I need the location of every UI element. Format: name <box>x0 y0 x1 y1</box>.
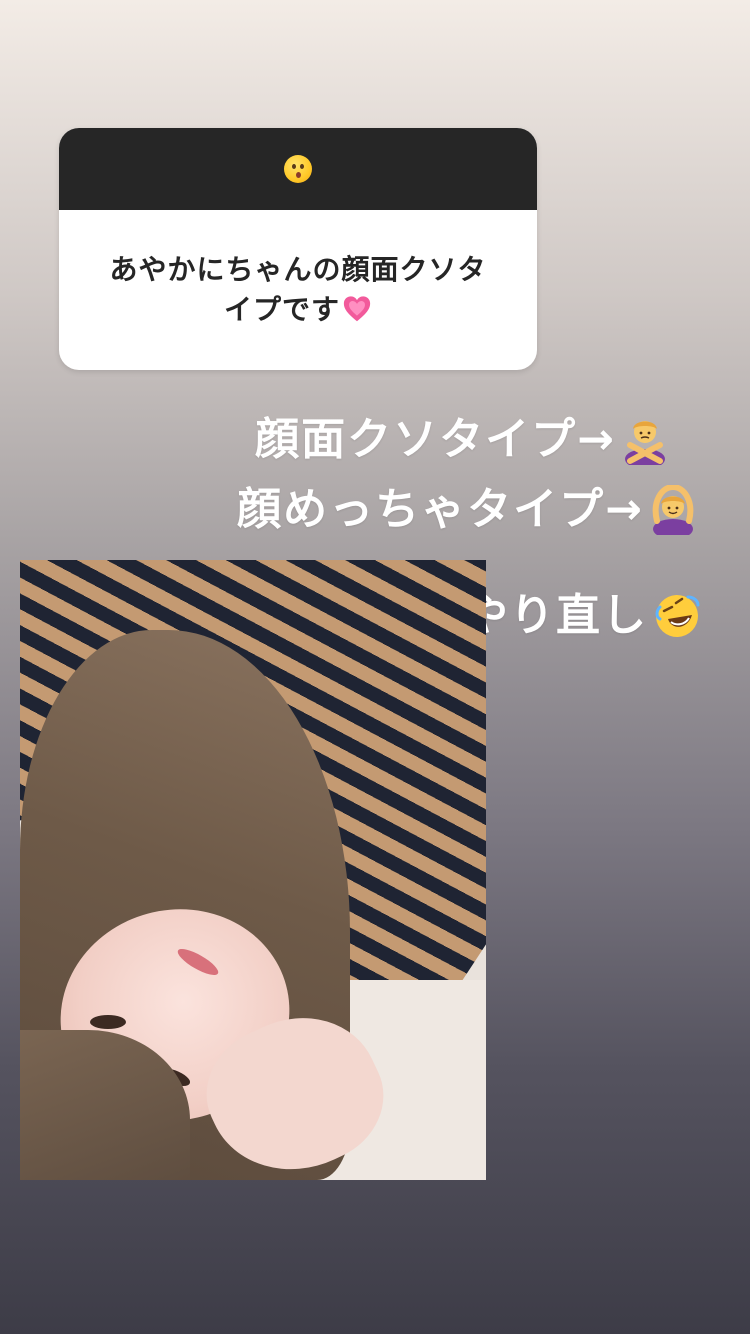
growing-heart-icon <box>343 296 371 322</box>
question-sticker-header <box>59 128 537 210</box>
person-gesturing-no-icon <box>625 421 665 465</box>
caption-text: 顔めっちゃタイプ→ <box>237 484 644 535</box>
person-gesturing-ok-icon <box>652 485 694 535</box>
kissing-face-icon <box>284 155 312 183</box>
selfie-photo <box>20 560 486 1180</box>
question-text: あやかにちゃんの顔面クソタイプです <box>99 250 497 330</box>
eye <box>90 1015 126 1029</box>
caption-face-type-no: 顔面クソタイプ→ <box>255 414 670 466</box>
caption-face-type-ok: 顔めっちゃタイプ→ <box>237 484 698 536</box>
question-text-content: あやかにちゃんの顔面クソタイプです <box>109 253 487 326</box>
question-sticker[interactable]: あやかにちゃんの顔面クソタイプです <box>59 128 537 370</box>
caption-text: 顔面クソタイプ→ <box>255 414 616 465</box>
question-sticker-body: あやかにちゃんの顔面クソタイプです <box>59 210 537 370</box>
rolling-on-floor-laughing-icon <box>655 595 700 637</box>
